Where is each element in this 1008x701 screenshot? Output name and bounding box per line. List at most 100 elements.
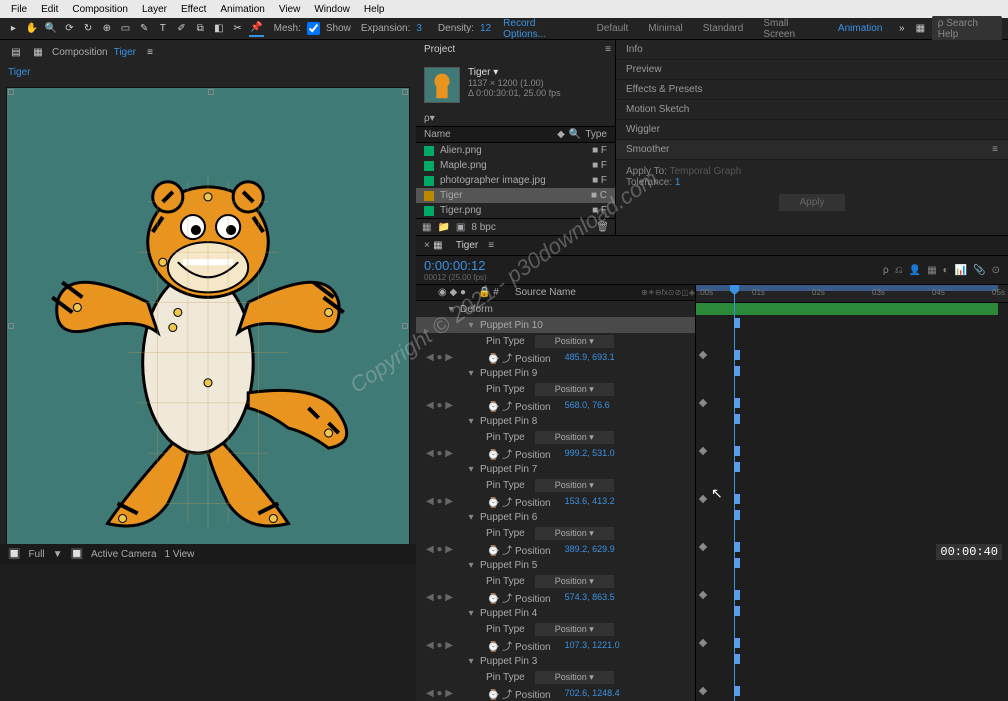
- timeline-shy-icon[interactable]: 👤: [909, 265, 921, 276]
- position-property[interactable]: Position: [515, 594, 551, 605]
- menu-window[interactable]: Window: [307, 4, 357, 15]
- workspace-minimal[interactable]: Minimal: [640, 23, 690, 34]
- timeline-frame-blend-icon[interactable]: ▦: [927, 265, 936, 276]
- keyframe-marker[interactable]: [734, 494, 740, 504]
- keyframe-marker[interactable]: [734, 446, 740, 456]
- timeline-menu-icon[interactable]: ≡: [488, 240, 494, 251]
- position-property[interactable]: Position: [515, 642, 551, 653]
- source-name-header[interactable]: Source Name: [515, 287, 576, 298]
- new-comp-icon[interactable]: ▣: [456, 222, 465, 233]
- comp-icon[interactable]: ▦: [30, 44, 46, 60]
- timeline-layer-switches-icon[interactable]: ⎌: [895, 265, 903, 276]
- density-value[interactable]: 12: [480, 23, 491, 34]
- keyframe[interactable]: [699, 687, 707, 695]
- resolution-dropdown[interactable]: Full: [28, 549, 44, 560]
- keyframe-marker[interactable]: [734, 510, 740, 520]
- pin-group[interactable]: Puppet Pin 4: [480, 608, 537, 619]
- panel-info[interactable]: Info: [616, 40, 1008, 60]
- transparency-icon[interactable]: ▼: [53, 549, 63, 560]
- pin-group[interactable]: Puppet Pin 8: [480, 416, 537, 427]
- pin-type-dropdown[interactable]: Position ▾: [535, 431, 614, 444]
- col-search-icon[interactable]: 🔍: [569, 129, 581, 140]
- position-value[interactable]: 999.2, 531.0: [565, 448, 615, 458]
- bpc-button[interactable]: 8 bpc: [471, 222, 495, 233]
- workspace-more-icon[interactable]: »: [894, 21, 909, 37]
- project-item[interactable]: photographer image.jpg■ F: [416, 173, 615, 188]
- orbit-tool-icon[interactable]: ⟳: [62, 21, 77, 37]
- menu-composition[interactable]: Composition: [65, 4, 135, 15]
- keyframe[interactable]: [699, 351, 707, 359]
- eraser-tool-icon[interactable]: ◧: [212, 21, 227, 37]
- position-value[interactable]: 107.3, 1221.0: [565, 640, 620, 650]
- pin-type-dropdown[interactable]: Position ▾: [535, 575, 614, 588]
- pin-group[interactable]: Puppet Pin 9: [480, 368, 537, 379]
- apply-to-dropdown[interactable]: Temporal Graph: [670, 166, 742, 177]
- twirl-icon[interactable]: ▾: [466, 368, 476, 379]
- keyframe[interactable]: [699, 495, 707, 503]
- rotation-tool-icon[interactable]: ↻: [81, 21, 96, 37]
- position-value[interactable]: 574.3, 863.5: [565, 592, 615, 602]
- workspace-standard[interactable]: Standard: [695, 23, 752, 34]
- pin-type-dropdown[interactable]: Position ▾: [535, 383, 614, 396]
- trash-icon[interactable]: 🗑: [596, 222, 609, 233]
- project-tab[interactable]: Project: [416, 40, 463, 59]
- composition-name[interactable]: Tiger: [114, 47, 136, 58]
- timeline-graph-icon[interactable]: 📊: [955, 265, 967, 276]
- rectangle-tool-icon[interactable]: ▭: [118, 21, 133, 37]
- panel-menu-icon[interactable]: ≡: [142, 44, 158, 60]
- menu-effect[interactable]: Effect: [174, 4, 213, 15]
- menu-edit[interactable]: Edit: [34, 4, 65, 15]
- keyframe-marker[interactable]: [734, 654, 740, 664]
- workspace-small-screen[interactable]: Small Screen: [755, 18, 826, 40]
- panel-preview[interactable]: Preview: [616, 60, 1008, 80]
- keyframe-marker[interactable]: [734, 542, 740, 552]
- position-property[interactable]: Position: [515, 690, 551, 701]
- roto-tool-icon[interactable]: ✂: [230, 21, 245, 37]
- menu-layer[interactable]: Layer: [135, 4, 174, 15]
- pin-type-dropdown[interactable]: Position ▾: [535, 335, 614, 348]
- keyframe-marker[interactable]: [734, 398, 740, 408]
- position-value[interactable]: 389.2, 629.9: [565, 544, 615, 554]
- workspace-default[interactable]: Default: [589, 23, 637, 34]
- timeline-search-icon[interactable]: ρ: [883, 265, 889, 276]
- twirl-icon[interactable]: ▾: [466, 560, 476, 571]
- layer-icon[interactable]: ▤: [8, 44, 24, 60]
- menu-help[interactable]: Help: [357, 4, 392, 15]
- keyframe[interactable]: [699, 399, 707, 407]
- bbox-handle-tr[interactable]: [402, 89, 408, 95]
- bbox-handle-tc[interactable]: [208, 89, 214, 95]
- project-item[interactable]: Alien.png■ F: [416, 143, 615, 158]
- timeline-showcache-icon[interactable]: ⊙: [992, 265, 1000, 276]
- layer-duration-bar[interactable]: [696, 303, 998, 315]
- pin-type-dropdown[interactable]: Position ▾: [535, 479, 614, 492]
- keyframe-marker[interactable]: [734, 638, 740, 648]
- keyframe-marker[interactable]: [734, 414, 740, 424]
- keyframe[interactable]: [699, 639, 707, 647]
- col-type[interactable]: Type: [585, 129, 607, 140]
- clone-tool-icon[interactable]: ⧉: [193, 21, 208, 37]
- keyframe-marker[interactable]: [734, 606, 740, 616]
- zoom-tool-icon[interactable]: 🔍: [43, 21, 58, 37]
- magnification-icon[interactable]: 🔲: [8, 549, 20, 560]
- position-property[interactable]: Position: [515, 450, 551, 461]
- panel-effects-presets[interactable]: Effects & Presets: [616, 80, 1008, 100]
- col-label-icon[interactable]: ◆: [557, 129, 565, 140]
- project-search[interactable]: ρ▾: [416, 111, 615, 127]
- timeline-motion-blur-icon[interactable]: ◐: [943, 265, 949, 276]
- menu-file[interactable]: File: [4, 4, 34, 15]
- bbox-handle-ml[interactable]: [8, 323, 14, 329]
- position-property[interactable]: Position: [515, 498, 551, 509]
- position-property[interactable]: Position: [515, 354, 551, 365]
- position-value[interactable]: 568.0, 76.6: [565, 400, 610, 410]
- pin-group[interactable]: Puppet Pin 3: [480, 656, 537, 667]
- record-options-link[interactable]: Record Options...: [503, 18, 574, 40]
- twirl-icon[interactable]: ▾: [466, 464, 476, 475]
- brush-tool-icon[interactable]: ✐: [174, 21, 189, 37]
- pen-tool-icon[interactable]: ✎: [137, 21, 152, 37]
- keyframe-marker[interactable]: [734, 318, 740, 328]
- project-item[interactable]: Maple.png■ F: [416, 158, 615, 173]
- text-tool-icon[interactable]: T: [156, 21, 171, 37]
- keyframe-marker[interactable]: [734, 686, 740, 696]
- search-help-input[interactable]: ρ Search Help: [932, 16, 1002, 42]
- pin-group[interactable]: Puppet Pin 7: [480, 464, 537, 475]
